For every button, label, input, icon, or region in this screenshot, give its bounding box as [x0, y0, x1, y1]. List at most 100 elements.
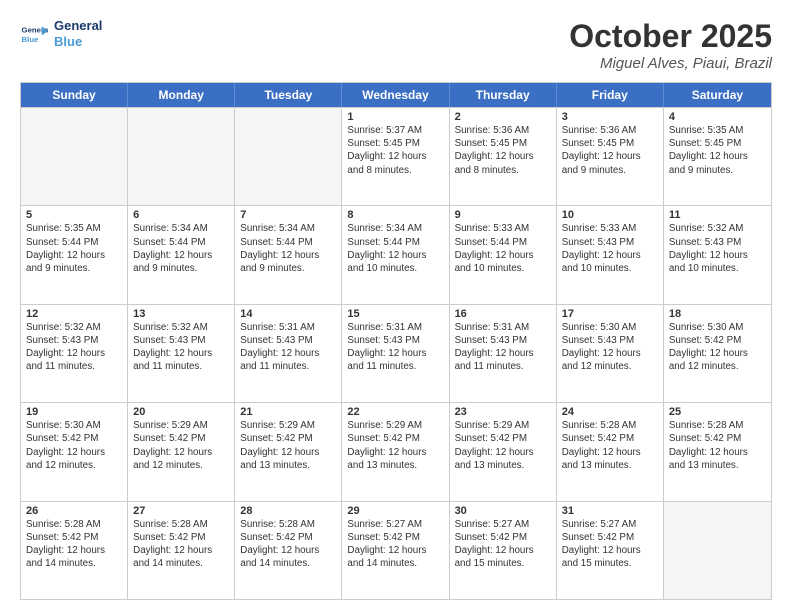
daylight-text: Daylight: 12 hours and 15 minutes. [562, 544, 658, 570]
sunset-text: Sunset: 5:44 PM [455, 236, 551, 249]
sunrise-text: Sunrise: 5:37 AM [347, 124, 443, 137]
calendar-cell: 25Sunrise: 5:28 AMSunset: 5:42 PMDayligh… [664, 403, 771, 500]
sunrise-text: Sunrise: 5:30 AM [26, 419, 122, 432]
sunrise-text: Sunrise: 5:30 AM [669, 321, 766, 334]
page: General Blue General Blue October 2025 M… [0, 0, 792, 612]
sunset-text: Sunset: 5:45 PM [347, 137, 443, 150]
day-number: 29 [347, 505, 443, 517]
day-number: 15 [347, 308, 443, 320]
day-number: 14 [240, 308, 336, 320]
sunset-text: Sunset: 5:42 PM [455, 432, 551, 445]
sunset-text: Sunset: 5:43 PM [562, 236, 658, 249]
sunrise-text: Sunrise: 5:28 AM [26, 518, 122, 531]
sunrise-text: Sunrise: 5:35 AM [669, 124, 766, 137]
daylight-text: Daylight: 12 hours and 14 minutes. [133, 544, 229, 570]
sunrise-text: Sunrise: 5:34 AM [133, 222, 229, 235]
sunrise-text: Sunrise: 5:29 AM [455, 419, 551, 432]
day-number: 4 [669, 111, 766, 123]
calendar-cell: 22Sunrise: 5:29 AMSunset: 5:42 PMDayligh… [342, 403, 449, 500]
daylight-text: Daylight: 12 hours and 9 minutes. [133, 249, 229, 275]
sunrise-text: Sunrise: 5:29 AM [133, 419, 229, 432]
sunset-text: Sunset: 5:43 PM [669, 236, 766, 249]
sunset-text: Sunset: 5:44 PM [240, 236, 336, 249]
calendar-cell: 6Sunrise: 5:34 AMSunset: 5:44 PMDaylight… [128, 206, 235, 303]
sunset-text: Sunset: 5:42 PM [133, 531, 229, 544]
sunset-text: Sunset: 5:42 PM [26, 432, 122, 445]
daylight-text: Daylight: 12 hours and 8 minutes. [455, 150, 551, 176]
day-number: 18 [669, 308, 766, 320]
header: General Blue General Blue October 2025 M… [20, 18, 772, 72]
calendar-cell: 17Sunrise: 5:30 AMSunset: 5:43 PMDayligh… [557, 305, 664, 402]
header-thursday: Thursday [450, 83, 557, 107]
day-number: 20 [133, 406, 229, 418]
sunrise-text: Sunrise: 5:31 AM [240, 321, 336, 334]
sunset-text: Sunset: 5:44 PM [347, 236, 443, 249]
calendar-cell: 14Sunrise: 5:31 AMSunset: 5:43 PMDayligh… [235, 305, 342, 402]
header-friday: Friday [557, 83, 664, 107]
day-number: 1 [347, 111, 443, 123]
daylight-text: Daylight: 12 hours and 11 minutes. [455, 347, 551, 373]
day-number: 7 [240, 209, 336, 221]
calendar-cell: 24Sunrise: 5:28 AMSunset: 5:42 PMDayligh… [557, 403, 664, 500]
day-number: 28 [240, 505, 336, 517]
sunset-text: Sunset: 5:43 PM [240, 334, 336, 347]
day-number: 11 [669, 209, 766, 221]
daylight-text: Daylight: 12 hours and 9 minutes. [669, 150, 766, 176]
calendar-cell: 12Sunrise: 5:32 AMSunset: 5:43 PMDayligh… [21, 305, 128, 402]
calendar-row-1: 1Sunrise: 5:37 AMSunset: 5:45 PMDaylight… [21, 107, 771, 205]
calendar-cell: 4Sunrise: 5:35 AMSunset: 5:45 PMDaylight… [664, 108, 771, 205]
daylight-text: Daylight: 12 hours and 13 minutes. [669, 446, 766, 472]
daylight-text: Daylight: 12 hours and 8 minutes. [347, 150, 443, 176]
day-number: 30 [455, 505, 551, 517]
sunset-text: Sunset: 5:45 PM [562, 137, 658, 150]
day-number: 16 [455, 308, 551, 320]
logo-general: General [54, 18, 102, 34]
sunset-text: Sunset: 5:42 PM [562, 531, 658, 544]
sunrise-text: Sunrise: 5:27 AM [562, 518, 658, 531]
month-title: October 2025 [569, 18, 772, 55]
location: Miguel Alves, Piaui, Brazil [569, 55, 772, 72]
logo: General Blue General Blue [20, 18, 102, 49]
day-number: 8 [347, 209, 443, 221]
calendar-header: Sunday Monday Tuesday Wednesday Thursday… [21, 83, 771, 107]
daylight-text: Daylight: 12 hours and 12 minutes. [562, 347, 658, 373]
header-wednesday: Wednesday [342, 83, 449, 107]
sunset-text: Sunset: 5:42 PM [669, 432, 766, 445]
calendar-cell: 19Sunrise: 5:30 AMSunset: 5:42 PMDayligh… [21, 403, 128, 500]
daylight-text: Daylight: 12 hours and 12 minutes. [26, 446, 122, 472]
sunrise-text: Sunrise: 5:32 AM [26, 321, 122, 334]
sunrise-text: Sunrise: 5:36 AM [455, 124, 551, 137]
day-number: 17 [562, 308, 658, 320]
sunset-text: Sunset: 5:42 PM [347, 432, 443, 445]
sunrise-text: Sunrise: 5:30 AM [562, 321, 658, 334]
calendar-cell: 31Sunrise: 5:27 AMSunset: 5:42 PMDayligh… [557, 502, 664, 599]
sunset-text: Sunset: 5:45 PM [669, 137, 766, 150]
calendar-cell: 27Sunrise: 5:28 AMSunset: 5:42 PMDayligh… [128, 502, 235, 599]
sunrise-text: Sunrise: 5:33 AM [562, 222, 658, 235]
sunset-text: Sunset: 5:43 PM [455, 334, 551, 347]
sunset-text: Sunset: 5:42 PM [26, 531, 122, 544]
sunrise-text: Sunrise: 5:29 AM [347, 419, 443, 432]
calendar-cell: 8Sunrise: 5:34 AMSunset: 5:44 PMDaylight… [342, 206, 449, 303]
daylight-text: Daylight: 12 hours and 9 minutes. [562, 150, 658, 176]
calendar-cell: 3Sunrise: 5:36 AMSunset: 5:45 PMDaylight… [557, 108, 664, 205]
calendar-body: 1Sunrise: 5:37 AMSunset: 5:45 PMDaylight… [21, 107, 771, 599]
sunrise-text: Sunrise: 5:35 AM [26, 222, 122, 235]
sunset-text: Sunset: 5:44 PM [26, 236, 122, 249]
daylight-text: Daylight: 12 hours and 13 minutes. [347, 446, 443, 472]
calendar-cell: 21Sunrise: 5:29 AMSunset: 5:42 PMDayligh… [235, 403, 342, 500]
sunrise-text: Sunrise: 5:31 AM [347, 321, 443, 334]
sunset-text: Sunset: 5:42 PM [240, 531, 336, 544]
daylight-text: Daylight: 12 hours and 13 minutes. [562, 446, 658, 472]
calendar-cell: 18Sunrise: 5:30 AMSunset: 5:42 PMDayligh… [664, 305, 771, 402]
day-number: 10 [562, 209, 658, 221]
sunrise-text: Sunrise: 5:27 AM [347, 518, 443, 531]
daylight-text: Daylight: 12 hours and 10 minutes. [669, 249, 766, 275]
calendar-cell: 7Sunrise: 5:34 AMSunset: 5:44 PMDaylight… [235, 206, 342, 303]
daylight-text: Daylight: 12 hours and 12 minutes. [669, 347, 766, 373]
calendar-cell [664, 502, 771, 599]
sunset-text: Sunset: 5:45 PM [455, 137, 551, 150]
day-number: 22 [347, 406, 443, 418]
sunset-text: Sunset: 5:43 PM [347, 334, 443, 347]
sunrise-text: Sunrise: 5:34 AM [347, 222, 443, 235]
